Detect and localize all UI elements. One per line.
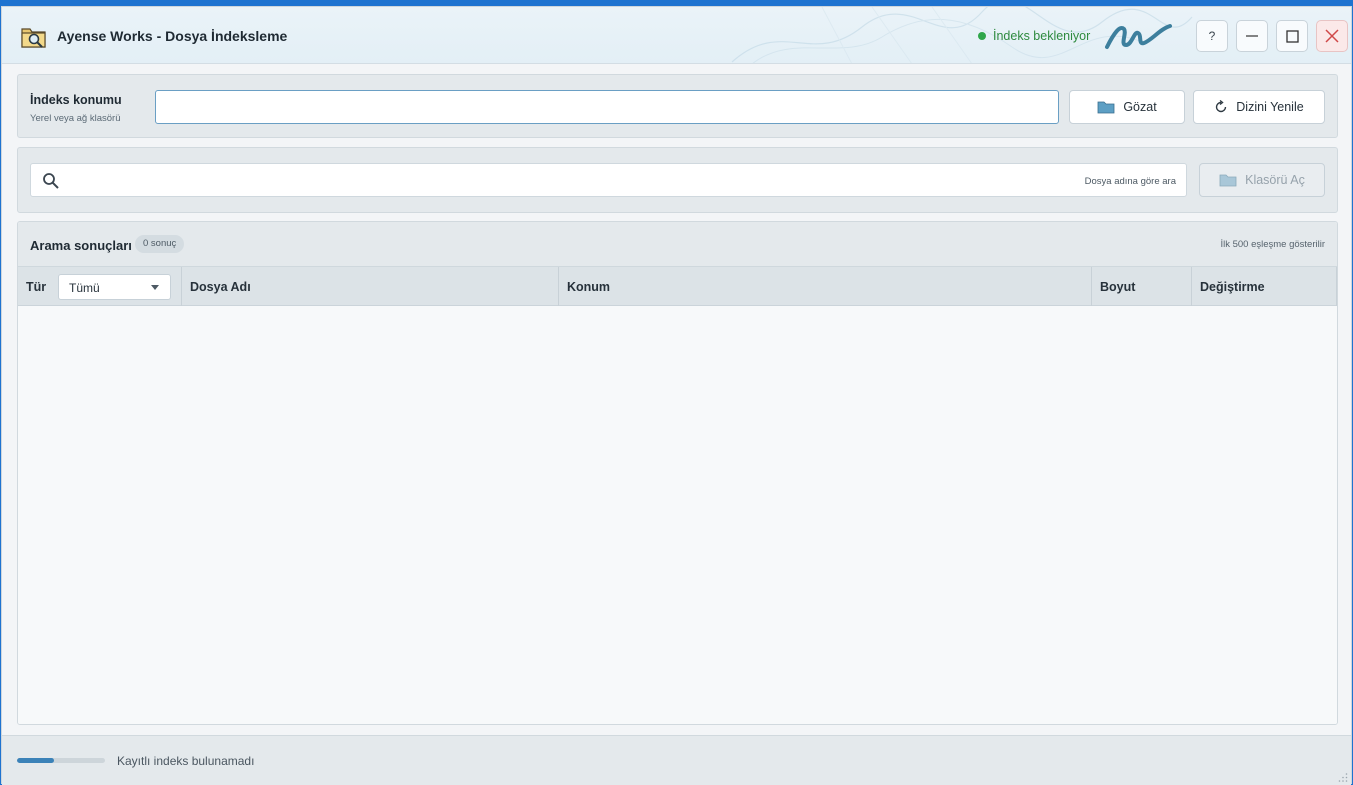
browse-button[interactable]: Gözat bbox=[1069, 90, 1185, 124]
index-progress-bar bbox=[17, 758, 105, 763]
close-icon bbox=[1325, 29, 1339, 43]
resize-grip-icon[interactable] bbox=[1338, 772, 1348, 782]
column-modified[interactable]: Değiştirme bbox=[1192, 267, 1337, 306]
results-limit-note: İlk 500 eşleşme gösterilir bbox=[1220, 239, 1325, 250]
refresh-icon bbox=[1216, 100, 1227, 113]
refresh-index-label: Dizini Yenile bbox=[1236, 100, 1304, 114]
browse-button-label: Gözat bbox=[1123, 100, 1157, 114]
maximize-icon bbox=[1285, 29, 1299, 43]
index-status-text: İndeks bekleniyor bbox=[993, 29, 1091, 43]
results-count-badge: 0 sonuç bbox=[135, 235, 185, 253]
search-icon bbox=[43, 173, 59, 189]
index-path-input[interactable] bbox=[155, 90, 1059, 124]
column-size[interactable]: Boyut bbox=[1092, 267, 1192, 306]
progress-fill bbox=[17, 758, 54, 763]
folder-search-icon bbox=[21, 28, 46, 48]
results-header: Arama sonuçları 0 sonuç İlk 500 eşleşme … bbox=[18, 222, 1337, 266]
open-folder-button[interactable]: Klasörü Aç bbox=[1199, 163, 1325, 197]
column-file-name[interactable]: Dosya Adı bbox=[182, 267, 559, 306]
search-hint: Dosya adına göre ara bbox=[1084, 176, 1176, 187]
column-type[interactable]: Tür Tümü bbox=[18, 267, 182, 306]
title-bar[interactable]: Ayense Works - Dosya İndeksleme İndeks b… bbox=[2, 7, 1351, 64]
results-table-body[interactable] bbox=[18, 306, 1337, 724]
minimize-button[interactable] bbox=[1236, 20, 1268, 52]
status-dot-icon bbox=[978, 32, 986, 40]
column-size-label: Boyut bbox=[1100, 280, 1136, 294]
column-type-label: Tür bbox=[26, 280, 47, 294]
search-input[interactable]: Dosya adına göre ara bbox=[30, 163, 1187, 197]
table-header: Tür Tümü Dosya Adı Konum Boyut Değiştirm… bbox=[18, 266, 1337, 306]
status-bar: Kayıtlı indeks bulunamadı bbox=[2, 735, 1351, 785]
index-location-panel: İndeks konumu Yerel veya ağ klasörü Göza… bbox=[17, 74, 1338, 138]
column-location-label: Konum bbox=[567, 280, 611, 294]
index-status: İndeks bekleniyor bbox=[978, 29, 1090, 43]
close-button[interactable] bbox=[1316, 20, 1348, 52]
column-location[interactable]: Konum bbox=[559, 267, 1092, 306]
minimize-icon bbox=[1246, 35, 1258, 37]
refresh-index-button[interactable]: Dizini Yenile bbox=[1193, 90, 1325, 124]
search-panel: Dosya adına göre ara Klasörü Aç bbox=[17, 147, 1338, 213]
index-location-label: İndeks konumu bbox=[30, 93, 122, 107]
open-folder-label: Klasörü Aç bbox=[1245, 173, 1305, 187]
folder-icon bbox=[1219, 174, 1237, 187]
status-bar-text: Kayıtlı indeks bulunamadı bbox=[117, 754, 255, 768]
results-panel: Arama sonuçları 0 sonuç İlk 500 eşleşme … bbox=[17, 221, 1338, 725]
index-location-sublabel: Yerel veya ağ klasörü bbox=[30, 113, 121, 124]
maximize-button[interactable] bbox=[1276, 20, 1308, 52]
help-icon: ? bbox=[1208, 29, 1216, 43]
column-modified-label: Değiştirme bbox=[1200, 280, 1265, 294]
brand-logo bbox=[1105, 24, 1172, 49]
column-file-name-label: Dosya Adı bbox=[190, 280, 251, 294]
app-window: Ayense Works - Dosya İndeksleme İndeks b… bbox=[1, 6, 1352, 785]
chevron-down-icon bbox=[151, 285, 159, 290]
type-filter-select[interactable]: Tümü bbox=[58, 274, 171, 300]
type-filter-value: Tümü bbox=[69, 281, 100, 295]
help-button[interactable]: ? bbox=[1196, 20, 1228, 52]
window-title: Ayense Works - Dosya İndeksleme bbox=[57, 28, 288, 44]
folder-icon bbox=[1097, 101, 1115, 114]
results-title: Arama sonuçları bbox=[30, 238, 132, 253]
